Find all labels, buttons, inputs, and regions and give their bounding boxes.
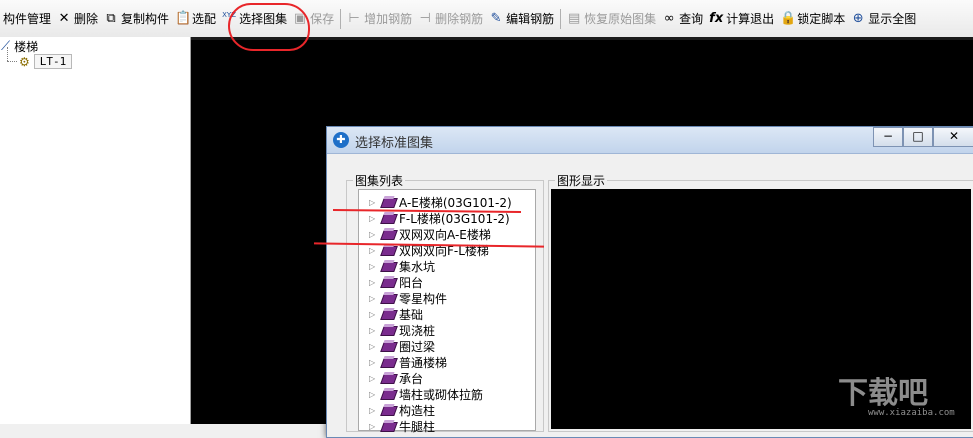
restore-icon: ▤ — [567, 10, 581, 26]
list-item[interactable]: ▷ 现浇桩 — [369, 322, 435, 338]
list-item[interactable]: ▷ 墙柱或砌体拉筋 — [369, 386, 483, 402]
list-item[interactable]: ▷ 基础 — [369, 306, 423, 322]
book-icon — [381, 324, 395, 336]
maximize-button[interactable]: □ — [903, 127, 933, 147]
select-config-button[interactable]: 📋 选配 — [172, 6, 219, 32]
expand-arrow-icon: ▷ — [369, 277, 376, 287]
show-all-button[interactable]: ⊕ 显示全图 — [848, 6, 919, 32]
lock-icon: 🔒 — [780, 10, 797, 26]
dialog-title: 选择标准图集 — [355, 136, 434, 151]
book-icon — [381, 340, 395, 352]
book-icon — [381, 356, 395, 368]
expand-arrow-icon: ▷ — [369, 341, 376, 351]
book-icon — [381, 196, 395, 208]
list-item[interactable]: ▷ 圈过梁 — [369, 338, 435, 354]
delete-button[interactable]: ✕ 删除 — [54, 6, 101, 32]
expand-arrow-icon: ▷ — [369, 245, 376, 255]
expand-arrow-icon: ▷ — [369, 309, 376, 319]
close-icon: ✕ — [948, 129, 960, 143]
book-icon — [381, 244, 395, 256]
book-icon — [381, 260, 395, 272]
book-icon — [381, 292, 395, 304]
list-item[interactable]: ▷ 阳台 — [369, 274, 423, 290]
component-tree: ⟋ 楼梯 ⚙ LT-1 — [0, 37, 191, 424]
expand-arrow-icon: ▷ — [369, 229, 376, 239]
expand-arrow-icon: ▷ — [369, 261, 376, 271]
list-item[interactable]: ▷ 牛腿柱 — [369, 418, 435, 434]
watermark-url: www.xiazaiba.com — [868, 408, 955, 418]
expand-arrow-icon: ▷ — [369, 373, 376, 383]
copy-icon: ⧉ — [106, 10, 116, 26]
dialog-app-icon: ✚ — [333, 132, 349, 148]
maximize-icon: □ — [912, 129, 924, 143]
expand-arrow-icon: ▷ — [369, 357, 376, 367]
restore-atlas-button[interactable]: ▤ 恢复原始图集 — [564, 6, 659, 32]
toolbar-divider — [560, 8, 562, 29]
list-item[interactable]: ▷ A-E楼梯(03G101-2) — [369, 194, 512, 210]
toolbar-divider — [340, 8, 342, 29]
tree-node-lt1[interactable]: ⚙ LT-1 — [19, 54, 73, 69]
minimize-button[interactable]: − — [873, 127, 903, 147]
book-icon — [381, 388, 395, 400]
book-icon — [381, 228, 395, 240]
edit-rebar-button[interactable]: ✎ 编辑钢筋 — [486, 6, 557, 32]
expand-arrow-icon: ▷ — [369, 421, 376, 431]
atlas-list[interactable]: ▷ A-E楼梯(03G101-2) ▷ F-L楼梯(03G101-2) ▷ 双网… — [358, 189, 536, 434]
expand-arrow-icon: ▷ — [369, 293, 376, 303]
annotation-circle — [228, 3, 310, 51]
book-icon — [381, 404, 395, 416]
expand-arrow-icon: ▷ — [369, 389, 376, 399]
close-button[interactable]: ✕ — [933, 127, 973, 147]
zoom-icon: ⊕ — [852, 10, 864, 26]
main-toolbar: 构件管理 ✕ 删除 ⧉ 复制构件 📋 选配 XYZ 选择图集 ▣ 保存 ⊢ 增加… — [0, 0, 973, 38]
minimize-icon: − — [882, 129, 894, 143]
list-item[interactable]: ▷ 双网双向A-E楼梯 — [369, 226, 491, 242]
list-item[interactable]: ▷ 普通楼梯 — [369, 354, 447, 370]
tree-connector — [7, 61, 17, 62]
book-icon — [381, 308, 395, 320]
gear-icon: ⚙ — [19, 54, 30, 69]
query-button[interactable]: ∞ 查询 — [659, 6, 706, 32]
book-icon — [381, 212, 395, 224]
list-item[interactable]: ▷ 集水坑 — [369, 258, 435, 274]
expand-arrow-icon: ▷ — [369, 405, 376, 415]
delete-rebar-button[interactable]: ⊣ 删除钢筋 — [415, 6, 486, 32]
list-item[interactable]: ▷ 承台 — [369, 370, 423, 386]
add-rebar-button[interactable]: ⊢ 增加钢筋 — [344, 6, 415, 32]
clipboard-icon: 📋 — [175, 10, 192, 26]
watermark-logo: 下载吧 — [838, 376, 928, 411]
expand-arrow-icon: ▷ — [369, 213, 376, 223]
lock-script-button[interactable]: 🔒 锁定脚本 — [777, 6, 848, 32]
expand-arrow-icon: ▷ — [369, 197, 376, 207]
expand-arrow-icon: ▷ — [369, 325, 376, 335]
copy-component-button[interactable]: ⧉ 复制构件 — [101, 6, 172, 32]
edit-rebar-icon: ✎ — [490, 10, 502, 26]
delete-x-icon: ✕ — [58, 10, 70, 26]
tree-node-stairs[interactable]: ⟋ 楼梯 — [1, 38, 38, 55]
component-manage-button[interactable]: 构件管理 — [0, 6, 54, 32]
list-item[interactable]: ▷ 构造柱 — [369, 402, 435, 418]
list-item[interactable]: ▷ 零星构件 — [369, 290, 447, 306]
binoculars-icon: ∞ — [663, 10, 675, 26]
fx-icon: fx — [709, 10, 724, 26]
stairs-icon: ⟋ — [1, 39, 11, 54]
book-icon — [381, 420, 395, 432]
dialog-titlebar[interactable]: ✚ 选择标准图集 − □ ✕ — [327, 127, 973, 154]
delete-rebar-icon: ⊣ — [419, 10, 431, 26]
calc-exit-button[interactable]: fx 计算退出 — [706, 6, 777, 32]
book-icon — [381, 372, 395, 384]
add-rebar-icon: ⊢ — [348, 10, 360, 26]
book-icon — [381, 276, 395, 288]
